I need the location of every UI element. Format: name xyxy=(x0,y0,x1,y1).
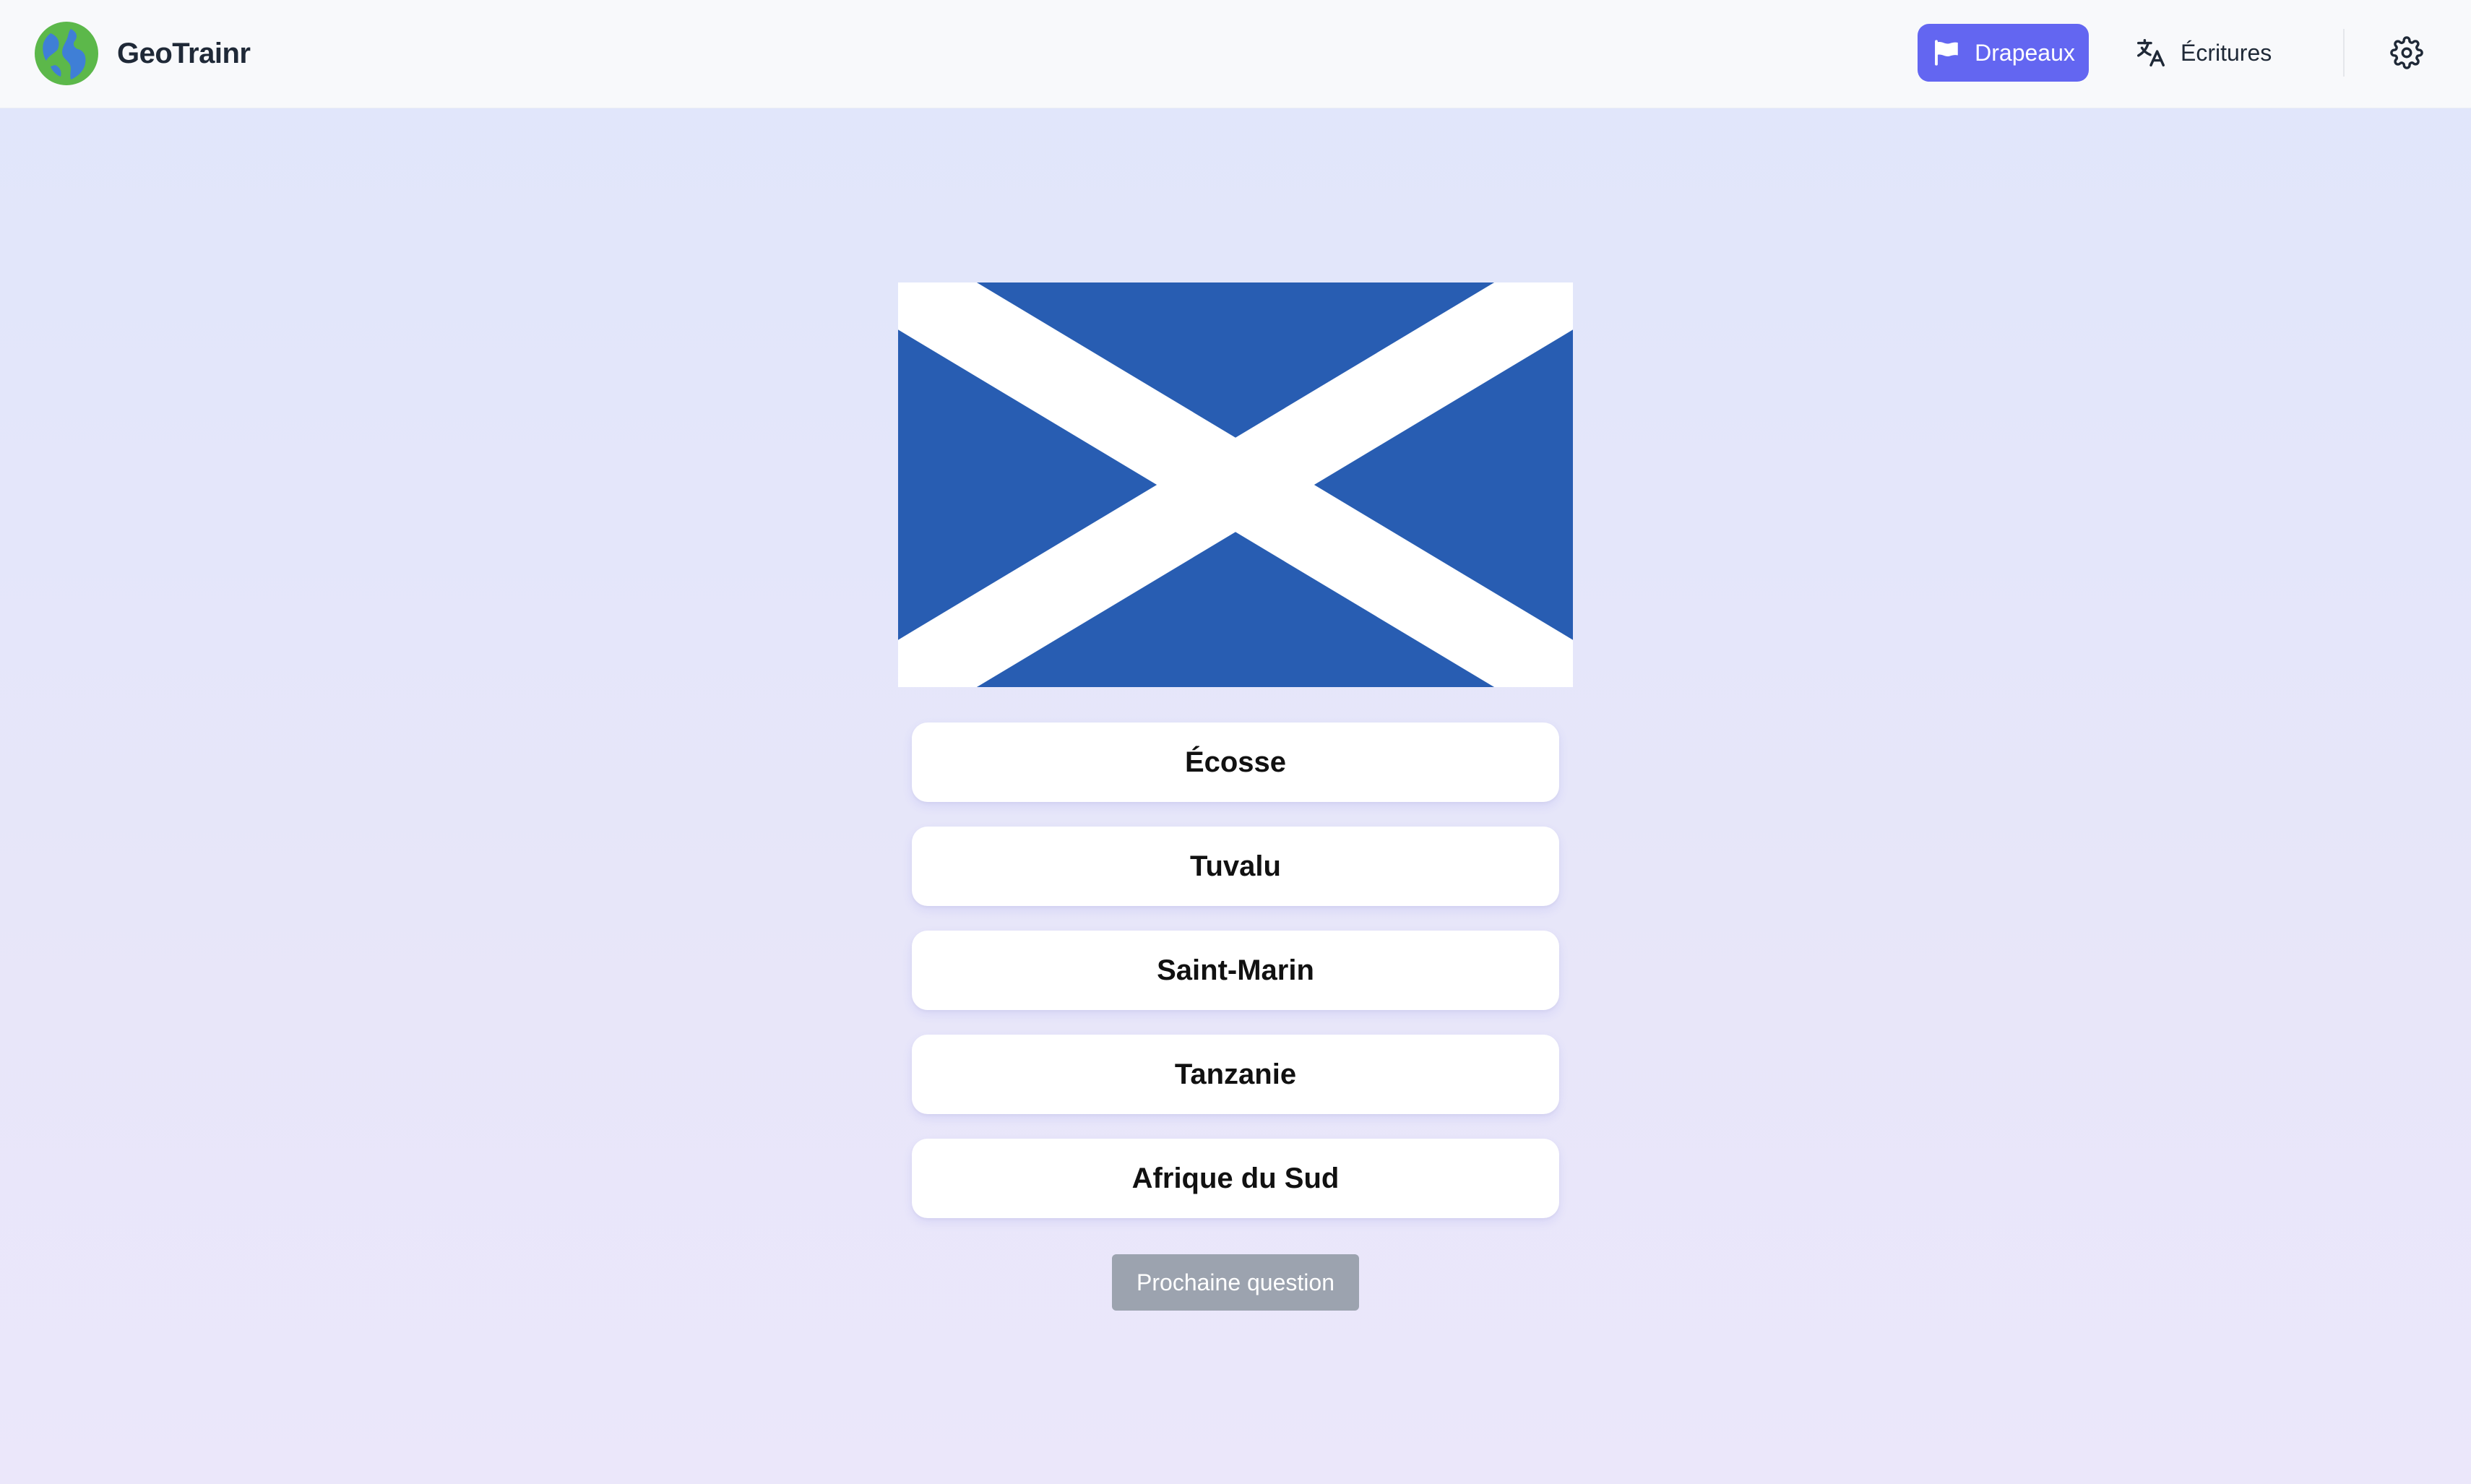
answer-options: Écosse Tuvalu Saint-Marin Tanzanie Afriq… xyxy=(912,722,1559,1243)
answer-option[interactable]: Tanzanie xyxy=(912,1035,1559,1114)
header-divider xyxy=(2343,29,2345,77)
answer-option[interactable]: Écosse xyxy=(912,722,1559,802)
next-question-button[interactable]: Prochaine question xyxy=(1112,1254,1359,1311)
nav-flags-button[interactable]: Drapeaux xyxy=(1918,24,2089,82)
nav-flags-label: Drapeaux xyxy=(1975,39,2075,66)
gear-icon xyxy=(2390,36,2423,69)
flag-icon xyxy=(1935,40,1958,66)
nav-scripts-button[interactable]: Écritures xyxy=(2126,24,2285,82)
top-navigation-bar: GeoTrainr Drapeaux Écritures xyxy=(0,0,2471,108)
answer-option[interactable]: Afrique du Sud xyxy=(912,1139,1559,1218)
answer-option[interactable]: Saint-Marin xyxy=(912,931,1559,1010)
quiz-flag-image xyxy=(898,282,1573,687)
settings-button[interactable] xyxy=(2386,32,2428,74)
nav-scripts-label: Écritures xyxy=(2181,39,2272,66)
globe-icon xyxy=(35,22,98,85)
app-name: GeoTrainr xyxy=(117,37,251,69)
translate-icon xyxy=(2137,39,2165,66)
answer-option[interactable]: Tuvalu xyxy=(912,827,1559,906)
brand[interactable]: GeoTrainr xyxy=(33,20,251,87)
